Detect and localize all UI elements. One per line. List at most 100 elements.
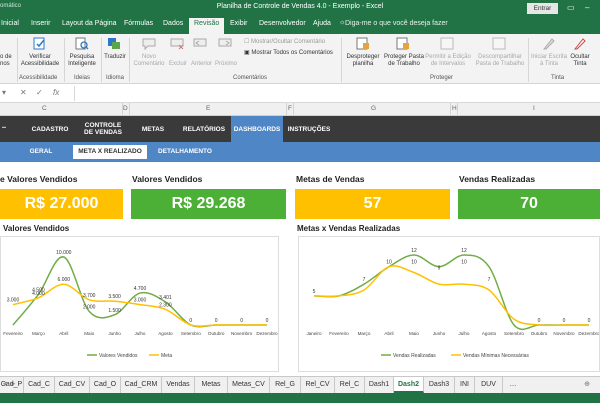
verificar-acessibilidade-button[interactable]: Verificar Acessibilidade: [17, 54, 63, 68]
column-header-h[interactable]: H: [452, 105, 457, 112]
subnav-detalhamento[interactable]: DETALHAMENTO: [154, 145, 216, 159]
mostrar-ocultar-comentario-button[interactable]: ☐ Mostrar/Ocultar Comentário: [244, 38, 325, 45]
nav-relatorios[interactable]: RELATÓRIOS: [178, 116, 230, 142]
sheet-tab-duv[interactable]: DUV: [475, 377, 503, 393]
data-label: 3.000: [134, 298, 147, 304]
mostrar-todos-comentarios-button[interactable]: ▣ Mostrar Todos os Comentários: [244, 49, 333, 56]
sheet-tab-ini[interactable]: INI: [455, 377, 475, 393]
data-label: 10: [386, 260, 392, 266]
column-header-d[interactable]: D: [123, 105, 128, 112]
column-headers: C D E F G H I: [0, 103, 600, 116]
data-label: 12: [461, 248, 467, 254]
tab-ajuda[interactable]: Ajuda: [313, 20, 331, 27]
x-tick-label: Março: [32, 331, 45, 336]
sheet-tab-cad-o[interactable]: Cad_O: [90, 377, 121, 393]
partial-button-left[interactable]: o de nos: [0, 54, 16, 68]
traduzir-button[interactable]: Traduzir: [102, 54, 128, 61]
tab-inicial[interactable]: Inicial: [1, 20, 19, 27]
anterior-button[interactable]: Anterior: [189, 61, 214, 68]
data-label: 0: [588, 318, 591, 324]
formula-input[interactable]: [74, 86, 600, 101]
tab-revisao[interactable]: Revisão: [189, 18, 225, 34]
excluir-button[interactable]: Excluir: [165, 61, 191, 68]
legend-label: Vendas Mínimas Necessárias: [463, 353, 529, 359]
sheet-tab-cad-crm[interactable]: Cad_CRM: [121, 377, 162, 393]
desproteger-planilha-button[interactable]: Desproteger planilha: [342, 54, 384, 68]
sheet-tab-dash2[interactable]: Dash2: [394, 377, 424, 393]
pesquisa-inteligente-button[interactable]: Pesquisa Inteligente: [64, 54, 100, 68]
sheet-tab-dash1[interactable]: Dash1: [365, 377, 394, 393]
tab-layout[interactable]: Layout da Página: [62, 20, 117, 27]
group-label-tinta: Tinta: [551, 75, 565, 81]
data-label: 7: [363, 277, 366, 283]
sheet-tab-rel-cv[interactable]: Rel_CV: [301, 377, 335, 393]
data-label: 2.000: [83, 304, 96, 310]
data-label: 7: [488, 277, 491, 283]
sheet-tab-rel-g[interactable]: Rel_G: [270, 377, 301, 393]
enter-icon[interactable]: ✓: [36, 88, 43, 97]
chart-metas-x-vendas[interactable]: 5 7 10 12 10 9 12 10 7 0 0 0 Janeiro Fevereiro Março Ab…: [298, 236, 600, 372]
x-tick-label: Abril: [384, 331, 393, 336]
nav-dashboards[interactable]: DASHBOARDS: [231, 116, 283, 142]
tab-formulas[interactable]: Fórmulas: [124, 20, 153, 27]
nav-controle-de-vendas[interactable]: CONTROLE DE VENDAS: [78, 116, 128, 142]
sheet-tab-metas-cv[interactable]: Metas_CV: [228, 377, 270, 393]
data-label: 4.000: [32, 291, 45, 297]
data-label: 9: [438, 266, 441, 272]
more-sheets-icon[interactable]: …: [507, 377, 519, 393]
column-header-e[interactable]: E: [206, 105, 210, 112]
ribbon: o de nos Verificar Acessibilidade Acessi…: [0, 34, 600, 84]
column-header-f[interactable]: F: [288, 105, 292, 112]
minimize-icon[interactable]: –: [585, 3, 589, 12]
proteger-pasta-button[interactable]: Proteger Pasta de Trabalho: [381, 54, 427, 68]
sheet-tabs-bar: ◀ ▶ Cad_P Cad_C Cad_CV Cad_O Cad_CRM Vendas Meta…: [0, 376, 600, 393]
sheet-tab-cad-cv[interactable]: Cad_CV: [55, 377, 90, 393]
chart-valores-vendidos[interactable]: 3.000 4.500 4.000 10.000 6.000 3.700 2.000 3.50…: [0, 236, 279, 372]
data-label: 3.000: [7, 298, 20, 304]
name-box-dropdown-icon[interactable]: ▾: [2, 88, 6, 97]
function-icon[interactable]: fx: [53, 88, 59, 97]
logo-mark: ▬: [2, 124, 6, 129]
column-header-i[interactable]: I: [533, 105, 535, 112]
subnav-meta-x-realizado[interactable]: META X REALIZADO: [73, 145, 147, 159]
x-tick-label: Agosto: [158, 331, 173, 336]
unprotect-sheet-icon: [356, 37, 369, 50]
tab-inserir[interactable]: Inserir: [31, 20, 50, 27]
x-tick-label: Junho: [433, 331, 446, 336]
x-tick-label: Dezembro: [256, 331, 278, 336]
nav-metas[interactable]: METAS: [135, 116, 171, 142]
proximo-button[interactable]: Próximo: [213, 61, 239, 68]
x-tick-label: Outubro: [531, 331, 548, 336]
nav-instrucoes[interactable]: INSTRUÇÕES: [283, 116, 335, 142]
chart-valores-vendidos-svg: 3.0004.5004.00010.0006.0003.7002.0003.50…: [3, 250, 278, 359]
x-tick-label: Maio: [84, 331, 94, 336]
tab-exibir[interactable]: Exibir: [230, 20, 248, 27]
kpi-value-meta-valores: R$ 27.000: [0, 189, 123, 219]
sheet-tab-rel-c[interactable]: Rel_C: [335, 377, 365, 393]
kpi-title-metas-de-vendas: Metas de Vendas: [296, 174, 365, 184]
data-label: 3.700: [83, 293, 96, 299]
sheet-tab-metas[interactable]: Metas: [195, 377, 228, 393]
ribbon-display-icon[interactable]: ▭: [567, 3, 575, 12]
sign-in-button[interactable]: Entrar: [527, 3, 558, 14]
column-header-g[interactable]: G: [371, 105, 376, 112]
sheet-tab-cad-c[interactable]: Cad_C: [24, 377, 55, 393]
subnav-geral[interactable]: GERAL: [22, 145, 60, 159]
cancel-icon[interactable]: ✕: [20, 88, 27, 97]
sheet-tab-cad-p[interactable]: Cad_P: [0, 377, 24, 393]
x-tick-label: Dezembro: [578, 331, 599, 336]
nav-cadastro[interactable]: CADASTRO: [22, 116, 78, 142]
iniciar-escrita-button[interactable]: Iniciar Escrita à Tinta: [529, 54, 569, 68]
column-header-c[interactable]: C: [42, 105, 47, 112]
permitir-edicao-button[interactable]: Permitir a Edição de Intervalos: [424, 54, 472, 68]
descompartilhar-button[interactable]: Descompartilhar Pasta de Trabalho: [473, 54, 527, 68]
unshare-workbook-icon: [492, 37, 506, 50]
ocultar-tinta-button[interactable]: Ocultar Tinta: [566, 54, 594, 68]
novo-comentario-button[interactable]: Novo Comentário: [131, 54, 167, 68]
add-sheet-icon[interactable]: ⊕: [580, 377, 594, 393]
tab-dados[interactable]: Dados: [163, 20, 183, 27]
sheet-tab-dash3[interactable]: Dash3: [424, 377, 455, 393]
tell-me-search[interactable]: Diga-me o que você deseja fazer: [345, 20, 448, 27]
sheet-tab-vendas[interactable]: Vendas: [162, 377, 195, 393]
tab-desenvolvedor[interactable]: Desenvolvedor: [259, 20, 306, 27]
